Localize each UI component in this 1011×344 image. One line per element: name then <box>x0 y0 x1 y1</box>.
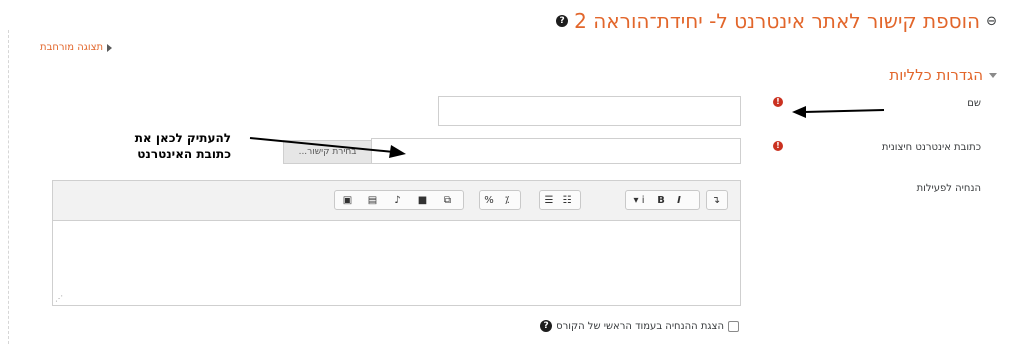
exclamation-circle-icon: ! <box>773 97 783 107</box>
record-video-icon[interactable]: ■ <box>410 191 435 209</box>
media-icon[interactable]: ▤ <box>360 191 385 209</box>
external-url-field[interactable] <box>371 138 741 164</box>
description-label: הנחיה לפעילות <box>916 183 981 194</box>
annotation-text: להעתיק לכאן את כתובת האינטרנט <box>135 130 231 162</box>
page-title: הוספת קישור לאתר אינטרנט ל- יחידת־הוראה … <box>574 9 981 33</box>
toolbar-group-style: ▾ i B I <box>625 190 700 210</box>
show-description-label: הצגת ההנחיה בעמוד הראשי של הקורס <box>556 320 724 332</box>
annotation-arrow-icon <box>792 106 885 118</box>
question-circle-icon[interactable]: ? <box>540 320 553 332</box>
toolbar-group-media: ▣ ▤ ♪ ■ ⧉ <box>334 190 464 210</box>
link-icon[interactable]: % <box>480 191 498 209</box>
unlink-icon[interactable]: ⁒ <box>498 191 516 209</box>
editor-toolbar: ↴ ▾ i B I ☰ ☷ % ⁒ ▣ ▤ ♪ ■ ⧉ <box>53 181 740 221</box>
exclamation-circle-icon: ! <box>773 141 783 151</box>
name-field[interactable] <box>438 96 741 126</box>
unordered-list-icon[interactable]: ☰ <box>540 191 558 209</box>
toolbar-group-collapse: ↴ <box>706 190 728 210</box>
page-left-rule <box>8 30 9 344</box>
triangle-down-icon <box>989 72 997 78</box>
description-textarea[interactable] <box>53 220 740 305</box>
italic-icon[interactable]: I <box>670 191 688 209</box>
toolbar-group-links: % ⁒ <box>479 190 521 210</box>
ordered-list-icon[interactable]: ☷ <box>558 191 576 209</box>
resize-handle-icon[interactable]: ⋰ <box>55 294 63 303</box>
annotation-line-2: כתובת האינטרנט <box>137 147 231 161</box>
show-description-checkbox[interactable] <box>728 320 739 332</box>
expand-all-label: תצוגה מורחבת <box>40 42 104 53</box>
name-label: שם <box>967 98 981 109</box>
section-general-toggle[interactable]: הגדרות כלליות <box>889 66 997 84</box>
description-editor: ↴ ▾ i B I ☰ ☷ % ⁒ ▣ ▤ ♪ ■ ⧉ ⋰ <box>52 180 741 306</box>
external-url-label: כתובת אינטרנט חיצונית <box>881 142 981 153</box>
show-description-row: הצגת ההנחיה בעמוד הראשי של הקורס ? <box>540 320 739 332</box>
text-color-icon[interactable]: ▾ i <box>626 191 652 209</box>
image-icon[interactable]: ▣ <box>335 191 360 209</box>
expand-all-link[interactable]: תצוגה מורחבת <box>40 42 113 53</box>
question-circle-icon[interactable]: ? <box>556 15 569 27</box>
section-general-label: הגדרות כלליות <box>889 66 983 84</box>
manage-files-icon[interactable]: ⧉ <box>435 191 460 209</box>
collapse-icon[interactable]: ↴ <box>707 191 725 209</box>
page-heading: ⊖ הוספת קישור לאתר אינטרנט ל- יחידת־הורא… <box>556 9 997 33</box>
record-audio-icon[interactable]: ♪ <box>385 191 410 209</box>
annotation-arrow-icon <box>249 137 406 158</box>
bold-icon[interactable]: B <box>652 191 670 209</box>
annotation-line-1: להעתיק לכאן את <box>134 131 231 145</box>
link-icon: ⊖ <box>986 13 997 29</box>
triangle-left-icon <box>107 43 113 52</box>
toolbar-group-lists: ☰ ☷ <box>539 190 581 210</box>
